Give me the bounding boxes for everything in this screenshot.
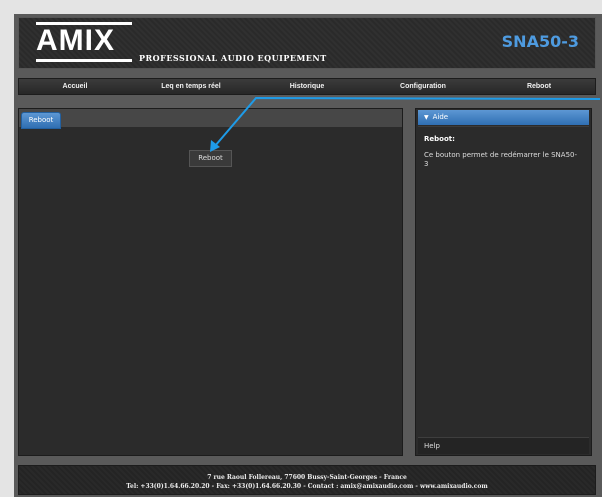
model-name: SNA50-3 [501,32,579,51]
nav-item-reboot[interactable]: Reboot [483,83,595,90]
header-subtitle: PROFESSIONAL AUDIO EQUIPEMENT [139,53,327,63]
help-section[interactable]: Help [418,437,589,454]
aide-header[interactable]: ▼ Aide [418,110,589,125]
reboot-button[interactable]: Reboot [189,150,232,167]
aide-content: Reboot: Ce bouton permet de redémarrer l… [418,126,589,435]
footer-address: 7 rue Raoul Follereau, 77600 Bussy-Saint… [207,474,407,481]
triangle-down-icon: ▼ [424,114,429,121]
footer: 7 rue Raoul Follereau, 77600 Bussy-Saint… [18,465,596,495]
nav-item-configuration[interactable]: Configuration [367,83,479,90]
nav-item-historique[interactable]: Historique [251,83,363,90]
nav-item-leq[interactable]: Leq en temps réel [135,83,247,90]
aide-text: Ce bouton permet de redémarrer le SNA50-… [424,151,578,168]
aide-panel: ▼ Aide Reboot: Ce bouton permet de redéma… [415,108,592,456]
aide-title: Reboot: [424,135,455,143]
aide-header-label: Aide [432,113,449,121]
main-nav: Accueil Leq en temps réel Historique Con… [18,78,596,95]
header: AMIX PROFESSIONAL AUDIO EQUIPEMENT SNA50… [18,17,596,69]
nav-item-accueil[interactable]: Accueil [19,83,131,90]
reboot-panel: Reboot Reboot [18,108,403,456]
tab-reboot[interactable]: Reboot [21,112,61,129]
panel-tabbar: Reboot [19,109,402,129]
amix-logo: AMIX [36,22,132,62]
footer-contact: Tel: +33(0)1.64.66.20.20 - Fax: +33(0)1.… [126,483,488,490]
